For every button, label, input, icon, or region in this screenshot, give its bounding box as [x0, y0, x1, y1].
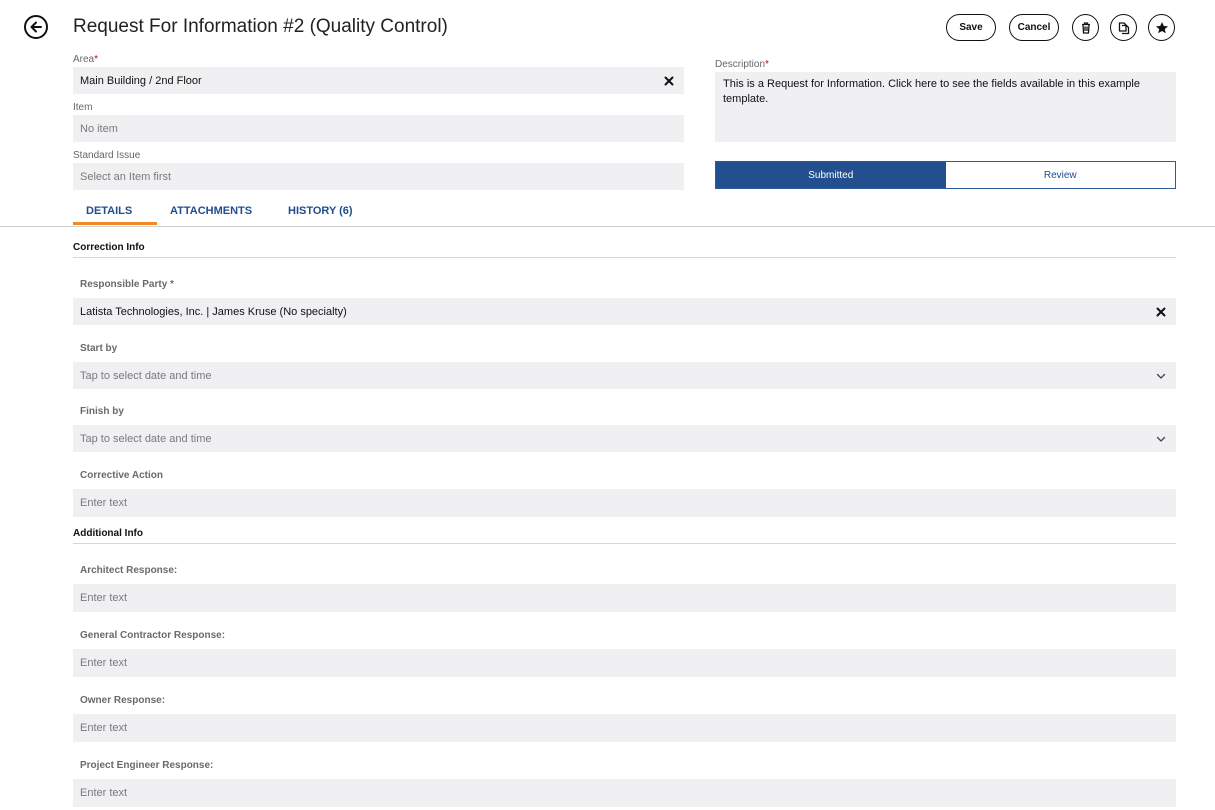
tabs-divider	[0, 226, 1215, 227]
section-divider	[73, 257, 1176, 258]
finish-by-label: Finish by	[80, 406, 124, 417]
standard-issue-label: Standard Issue	[73, 150, 141, 161]
start-by-picker[interactable]: Tap to select date and time	[73, 362, 1176, 389]
architect-response-placeholder: Enter text	[80, 592, 128, 604]
save-button[interactable]: Save	[946, 14, 996, 41]
tab-attachments[interactable]: ATTACHMENTS	[170, 205, 252, 217]
close-icon[interactable]	[1156, 307, 1166, 317]
item-label: Item	[73, 102, 93, 113]
general-contractor-response-input[interactable]: Enter text	[73, 649, 1176, 677]
finish-by-picker[interactable]: Tap to select date and time	[73, 425, 1176, 452]
copy-button[interactable]	[1110, 14, 1137, 41]
trash-icon	[1081, 21, 1090, 34]
tab-details[interactable]: DETAILS	[86, 205, 132, 217]
responsible-party-field[interactable]: Latista Technologies, Inc. | James Kruse…	[73, 298, 1176, 325]
standard-issue-field[interactable]: Select an Item first	[73, 163, 684, 190]
back-button[interactable]	[24, 15, 48, 39]
general-contractor-response-label: General Contractor Response:	[80, 630, 226, 641]
area-value: Main Building / 2nd Floor	[80, 74, 202, 87]
star-icon	[1155, 21, 1168, 33]
area-label: Area*	[73, 54, 99, 65]
chevron-down-icon	[1156, 373, 1166, 379]
status-step-submitted[interactable]: Submitted	[716, 162, 946, 188]
status-workflow: Submitted Review	[715, 161, 1176, 189]
status-step-review[interactable]: Review	[945, 162, 1175, 188]
owner-response-label: Owner Response:	[80, 695, 166, 706]
correction-info-heading: Correction Info	[73, 242, 145, 253]
corrective-action-input[interactable]: Enter text	[73, 489, 1176, 517]
standard-issue-placeholder: Select an Item first	[80, 170, 172, 183]
close-icon[interactable]	[664, 76, 674, 86]
start-by-placeholder: Tap to select date and time	[80, 369, 212, 382]
general-contractor-response-placeholder: Enter text	[80, 657, 128, 669]
description-field[interactable]: This is a Request for Information. Click…	[715, 72, 1176, 142]
item-placeholder: No item	[80, 122, 118, 135]
responsible-party-value: Latista Technologies, Inc. | James Kruse…	[80, 305, 347, 318]
additional-info-heading: Additional Info	[73, 528, 143, 539]
favorite-button[interactable]	[1148, 14, 1175, 41]
finish-by-placeholder: Tap to select date and time	[80, 432, 212, 445]
project-engineer-response-label: Project Engineer Response:	[80, 760, 214, 771]
chevron-down-icon	[1156, 436, 1166, 442]
owner-response-input[interactable]: Enter text	[73, 714, 1176, 742]
responsible-party-label: Responsible Party *	[80, 279, 174, 290]
start-by-label: Start by	[80, 343, 118, 354]
project-engineer-response-placeholder: Enter text	[80, 787, 128, 799]
project-engineer-response-input[interactable]: Enter text	[73, 779, 1176, 807]
area-field[interactable]: Main Building / 2nd Floor	[73, 67, 684, 94]
owner-response-placeholder: Enter text	[80, 722, 128, 734]
corrective-action-placeholder: Enter text	[80, 497, 128, 509]
tab-selected-indicator	[73, 222, 157, 225]
description-label: Description*	[715, 59, 769, 70]
delete-button[interactable]	[1072, 14, 1099, 41]
section-divider	[73, 543, 1176, 544]
architect-response-label: Architect Response:	[80, 565, 178, 576]
cancel-button[interactable]: Cancel	[1009, 14, 1059, 41]
page-title: Request For Information #2 (Quality Cont…	[73, 16, 448, 37]
tab-history[interactable]: HISTORY (6)	[288, 205, 353, 217]
corrective-action-label: Corrective Action	[80, 470, 163, 481]
item-field[interactable]: No item	[73, 115, 684, 142]
copy-icon	[1118, 21, 1129, 34]
arrow-left-icon	[30, 21, 42, 33]
architect-response-input[interactable]: Enter text	[73, 584, 1176, 612]
